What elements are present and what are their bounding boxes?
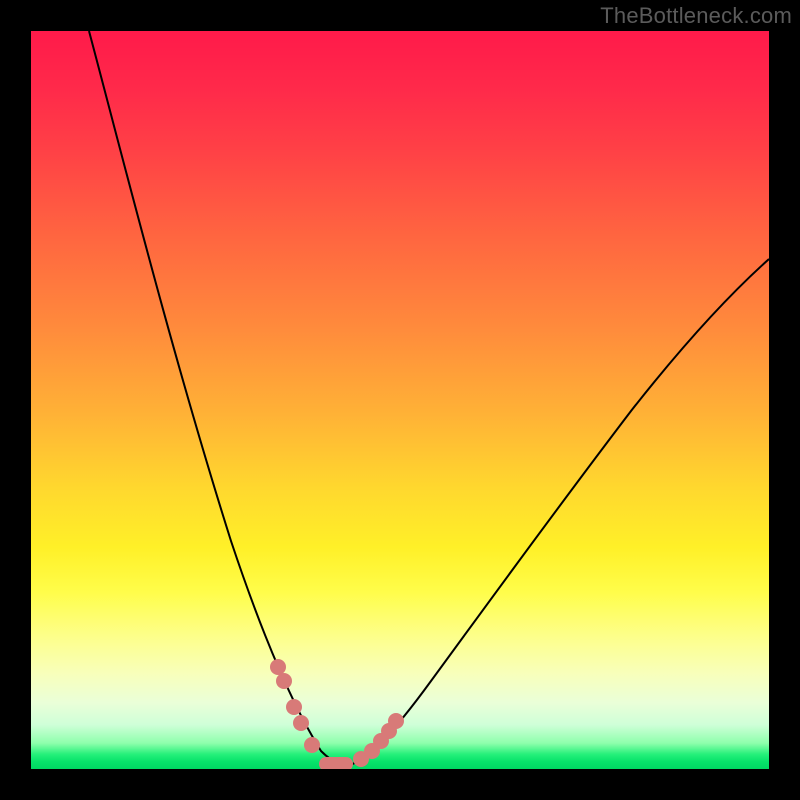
watermark-text: TheBottleneck.com (600, 3, 792, 29)
curve-right-branch (347, 259, 769, 766)
curve-layer (31, 31, 769, 769)
chart-frame: TheBottleneck.com (0, 0, 800, 800)
curve-left-branch (89, 31, 347, 766)
pink-marker-group (270, 659, 404, 769)
plot-area (31, 31, 769, 769)
